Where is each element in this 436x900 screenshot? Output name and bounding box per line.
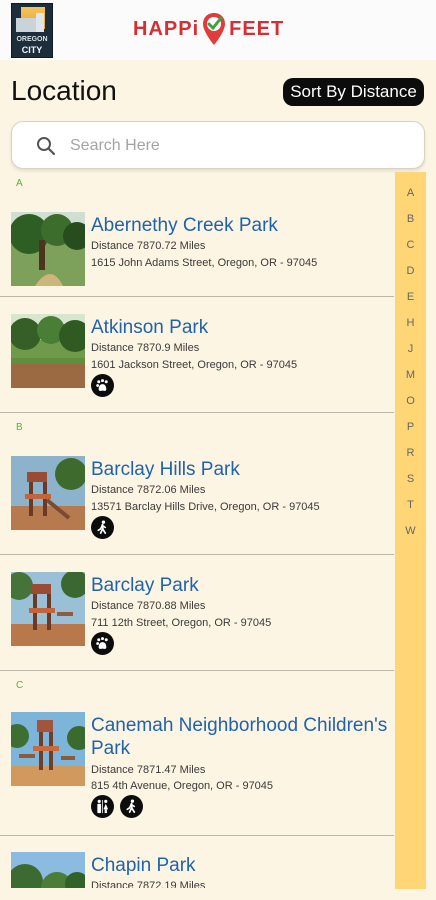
walking-icon — [91, 516, 114, 539]
city-logo-top-text: OREGON — [16, 36, 48, 43]
park-distance: Distance 7872.19 Miles — [91, 880, 206, 888]
index-letter-r[interactable]: R — [395, 447, 426, 459]
walking-icon — [120, 795, 143, 818]
park-address: 711 12th Street, Oregon, OR - 97045 — [91, 617, 272, 629]
location-pin-check-icon — [203, 13, 226, 45]
park-address: 13571 Barclay Hills Drive, Oregon, OR - … — [91, 501, 320, 513]
divider — [0, 554, 394, 555]
park-distance: Distance 7872.06 Miles — [91, 484, 206, 496]
search-placeholder: Search Here — [70, 137, 160, 154]
index-letter-m[interactable]: M — [395, 369, 426, 381]
oregon-city-logo: OREGON CITY — [11, 3, 53, 58]
park-photo — [11, 456, 85, 530]
index-letter-p[interactable]: P — [395, 421, 426, 433]
divider — [0, 412, 394, 413]
index-letter-b[interactable]: B — [395, 213, 426, 225]
index-letter-d[interactable]: D — [395, 265, 426, 277]
brand-text-part1: HAPPi — [133, 17, 200, 40]
app-header: OREGON CITY HAPPi FEET — [0, 0, 436, 60]
amenity-icons — [91, 516, 114, 539]
park-distance: Distance 7871.47 Miles — [91, 764, 206, 776]
search-icon — [37, 137, 56, 156]
search-input[interactable]: Search Here — [11, 121, 425, 169]
park-name[interactable]: Canemah Neighborhood Children's Park — [91, 714, 391, 760]
dog-icon — [91, 374, 114, 397]
alphabet-index-bar[interactable]: A B C D E H J M O P R S T W — [395, 172, 426, 889]
index-letter-o[interactable]: O — [395, 395, 426, 407]
city-logo-bottom-text: CITY — [21, 45, 43, 55]
restroom-icon — [91, 795, 114, 818]
index-letter-h[interactable]: H — [395, 317, 426, 329]
index-letter-c[interactable]: C — [395, 239, 426, 251]
park-photo — [11, 852, 85, 888]
brand-text-part2: FEET — [229, 17, 285, 40]
index-letter-a[interactable]: A — [395, 187, 426, 199]
page-title: Location — [11, 75, 117, 106]
park-name[interactable]: Barclay Park — [91, 574, 199, 597]
index-letter-s[interactable]: S — [395, 473, 426, 485]
index-letter-e[interactable]: E — [395, 291, 426, 303]
amenity-icons — [91, 374, 114, 397]
section-letter-a: A — [16, 178, 23, 189]
park-name[interactable]: Barclay Hills Park — [91, 458, 240, 481]
section-letter-b: B — [16, 422, 23, 433]
park-photo — [11, 212, 85, 286]
park-name[interactable]: Abernethy Creek Park — [91, 214, 278, 237]
park-distance: Distance 7870.9 Miles — [91, 342, 200, 354]
index-letter-t[interactable]: T — [395, 499, 426, 511]
index-letter-w[interactable]: W — [395, 525, 426, 537]
park-name[interactable]: Atkinson Park — [91, 316, 208, 339]
park-name[interactable]: Chapin Park — [91, 854, 196, 877]
section-letter-c: C — [16, 680, 24, 691]
park-list[interactable]: A Abernethy Creek Park Distance 7870.72 … — [0, 172, 394, 888]
amenity-icons — [91, 632, 114, 655]
amenity-icons — [91, 795, 143, 818]
park-photo — [11, 572, 85, 646]
index-letter-j[interactable]: J — [395, 343, 426, 355]
divider — [0, 835, 394, 836]
park-address: 1601 Jackson Street, Oregon, OR - 97045 — [91, 359, 298, 371]
park-distance: Distance 7870.72 Miles — [91, 240, 206, 252]
park-photo — [11, 314, 85, 388]
park-distance: Distance 7870.88 Miles — [91, 600, 206, 612]
divider — [0, 296, 394, 297]
dog-icon — [91, 632, 114, 655]
divider — [0, 670, 394, 671]
park-photo — [11, 712, 85, 786]
sort-by-distance-button[interactable]: Sort By Distance — [283, 78, 424, 106]
park-address: 815 4th Avenue, Oregon, OR - 97045 — [91, 780, 274, 792]
happi-feet-logo: HAPPi FEET — [133, 10, 284, 48]
park-address: 1615 John Adams Street, Oregon, OR - 970… — [91, 257, 318, 269]
